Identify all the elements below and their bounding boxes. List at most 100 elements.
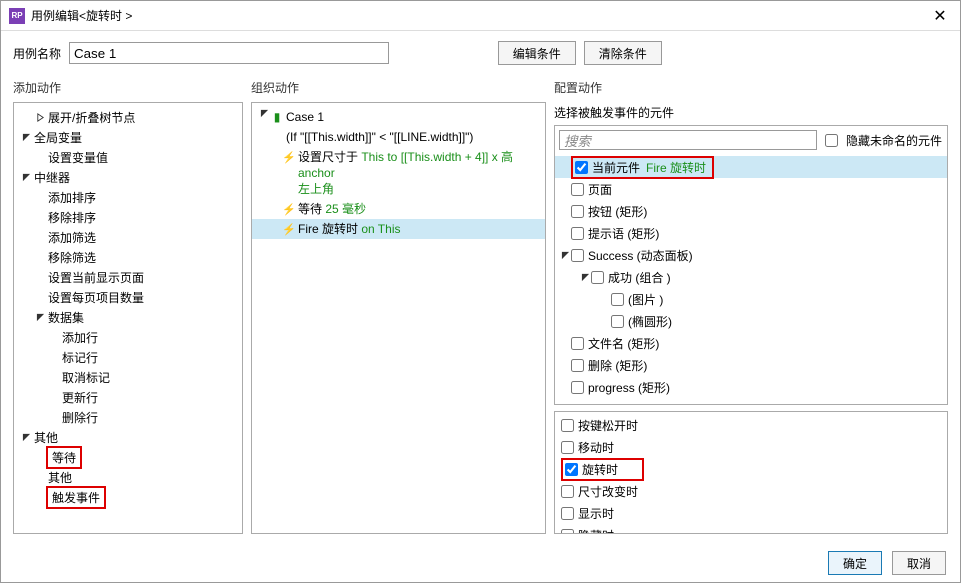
action-tree-label: 删除行 xyxy=(60,409,98,426)
widget-tree[interactable]: 当前元件Fire 旋转时页面按钮 (矩形)提示语 (矩形) Success (动态… xyxy=(555,156,947,404)
event-label: 旋转时 xyxy=(582,461,618,478)
action-tree-item[interactable]: 设置变量值 xyxy=(14,147,242,167)
action-tree-item[interactable]: 展开/折叠树节点 xyxy=(14,107,242,127)
widget-tree-item[interactable]: 页面 xyxy=(555,178,947,200)
event-checkbox[interactable] xyxy=(561,441,574,454)
action-tree-item[interactable]: 设置每页项目数量 xyxy=(14,287,242,307)
event-list-item[interactable]: 隐藏时 xyxy=(555,524,947,534)
close-button[interactable]: ✕ xyxy=(928,4,952,28)
widget-search-input[interactable] xyxy=(559,130,817,150)
edit-condition-button[interactable]: 编辑条件 xyxy=(498,41,576,65)
action-tree-item[interactable]: 其他 xyxy=(14,467,242,487)
action-tree-item[interactable]: 触发事件 xyxy=(14,487,242,507)
action-tree-label: 其他 xyxy=(46,469,72,486)
action-tree-item[interactable]: 移除筛选 xyxy=(14,247,242,267)
action-tree-item[interactable]: 添加排序 xyxy=(14,187,242,207)
action-tree-item[interactable]: 设置当前显示页面 xyxy=(14,267,242,287)
widget-checkbox[interactable] xyxy=(575,161,588,174)
event-list-item[interactable]: 移动时 xyxy=(555,436,947,458)
titlebar: RP 用例编辑<旋转时 > ✕ xyxy=(1,1,960,31)
action-tree-label: 设置每页项目数量 xyxy=(46,289,144,306)
expand-toggle-icon[interactable] xyxy=(20,173,32,182)
event-list-item[interactable]: 按键松开时 xyxy=(555,414,947,436)
ok-button[interactable]: 确定 xyxy=(828,551,882,575)
event-list-item[interactable]: 显示时 xyxy=(555,502,947,524)
organize-action-panel: 组织动作 ▮ Case 1 (If "[[This.width]]" < "[[… xyxy=(251,75,546,534)
case-name-input[interactable] xyxy=(69,42,389,64)
cancel-button[interactable]: 取消 xyxy=(892,551,946,575)
event-checkbox[interactable] xyxy=(565,463,578,476)
action-tree-item[interactable]: 标记行 xyxy=(14,347,242,367)
action-tree-label: 移除排序 xyxy=(46,209,96,226)
event-checkbox[interactable] xyxy=(561,485,574,498)
widget-tree-item[interactable]: Success (动态面板) xyxy=(555,244,947,266)
add-action-tree[interactable]: 展开/折叠树节点全局变量设置变量值中继器添加排序移除排序添加筛选移除筛选设置当前… xyxy=(13,102,243,534)
widget-checkbox[interactable] xyxy=(571,227,584,240)
org-action-text: Fire 旋转时 on This xyxy=(298,221,541,237)
action-tree-item[interactable]: 删除行 xyxy=(14,407,242,427)
widget-select-section: 选择被触发事件的元件 隐藏未命名的元件 当前元件Fire 旋转时页面按钮 (矩形… xyxy=(554,102,948,405)
case-condition: (If "[[This.width]]" < "[[LINE.width]]") xyxy=(252,127,545,147)
bolt-icon: ⚡ xyxy=(282,221,296,237)
action-tree-item[interactable]: 数据集 xyxy=(14,307,242,327)
event-checkbox[interactable] xyxy=(561,507,574,520)
org-action-row[interactable]: ⚡设置尺寸于 This to [[This.width + 4]] x 高 an… xyxy=(252,147,545,199)
action-tree-item[interactable]: 移除排序 xyxy=(14,207,242,227)
org-action-row[interactable]: ⚡等待 25 毫秒 xyxy=(252,199,545,219)
org-action-row[interactable]: ⚡Fire 旋转时 on This xyxy=(252,219,545,239)
expand-toggle-icon[interactable] xyxy=(20,133,32,142)
widget-checkbox[interactable] xyxy=(611,315,624,328)
expand-toggle-icon[interactable] xyxy=(34,113,46,122)
widget-tree-item[interactable]: (图片 ) xyxy=(555,288,947,310)
widget-checkbox[interactable] xyxy=(571,205,584,218)
action-tree-item[interactable]: 中继器 xyxy=(14,167,242,187)
widget-tree-item[interactable]: 提示语 (矩形) xyxy=(555,222,947,244)
action-tree-item[interactable]: 添加筛选 xyxy=(14,227,242,247)
action-tree-label: 全局变量 xyxy=(32,129,82,146)
widget-tree-item[interactable]: 删除 (矩形) xyxy=(555,354,947,376)
case-node[interactable]: ▮ Case 1 xyxy=(252,107,545,127)
widget-checkbox[interactable] xyxy=(571,337,584,350)
action-tree-item[interactable]: 其他 xyxy=(14,427,242,447)
expand-toggle-icon[interactable] xyxy=(34,313,46,322)
expand-toggle-icon[interactable] xyxy=(20,433,32,442)
widget-tree-item[interactable]: (椭圆形) xyxy=(555,310,947,332)
expand-toggle-icon[interactable] xyxy=(579,273,591,282)
widget-checkbox[interactable] xyxy=(611,293,624,306)
widget-checkbox[interactable] xyxy=(571,183,584,196)
widget-checkbox[interactable] xyxy=(591,271,604,284)
event-list[interactable]: 按键松开时移动时旋转时尺寸改变时显示时隐藏时 xyxy=(554,411,948,534)
action-tree-label: 设置当前显示页面 xyxy=(46,269,144,286)
widget-checkbox[interactable] xyxy=(571,249,584,262)
widget-label: progress (矩形) xyxy=(588,379,670,396)
event-checkbox[interactable] xyxy=(561,529,574,535)
widget-select-label: 选择被触发事件的元件 xyxy=(554,102,948,125)
widget-tree-item[interactable]: progress (矩形) xyxy=(555,376,947,398)
hide-unnamed-checkbox[interactable]: 隐藏未命名的元件 xyxy=(825,132,942,149)
org-action-text: 设置尺寸于 This to [[This.width + 4]] x 高 anc… xyxy=(298,149,541,197)
widget-checkbox[interactable] xyxy=(571,381,584,394)
clear-condition-button[interactable]: 清除条件 xyxy=(584,41,662,65)
widget-label: Success (动态面板) xyxy=(588,247,693,264)
action-tree-item[interactable]: 添加行 xyxy=(14,327,242,347)
organize-action-tree[interactable]: ▮ Case 1 (If "[[This.width]]" < "[[LINE.… xyxy=(251,102,546,534)
event-list-item[interactable]: 旋转时 xyxy=(555,458,947,480)
expand-toggle-icon[interactable] xyxy=(559,251,571,260)
event-label: 尺寸改变时 xyxy=(578,483,638,500)
widget-tree-item[interactable]: 文件名 (矩形) xyxy=(555,332,947,354)
widget-checkbox[interactable] xyxy=(571,359,584,372)
action-tree-label: 添加筛选 xyxy=(46,229,96,246)
event-list-item[interactable]: 尺寸改变时 xyxy=(555,480,947,502)
expand-toggle-icon[interactable] xyxy=(258,109,270,118)
configure-action-panel: 配置动作 选择被触发事件的元件 隐藏未命名的元件 当前元件Fire 旋转时页面按… xyxy=(554,75,948,534)
widget-tree-item[interactable]: 按钮 (矩形) xyxy=(555,200,947,222)
event-checkbox[interactable] xyxy=(561,419,574,432)
action-tree-item[interactable]: 等待 xyxy=(14,447,242,467)
widget-tree-item[interactable]: 当前元件Fire 旋转时 xyxy=(555,156,947,178)
widget-tree-item[interactable]: 成功 (组合 ) xyxy=(555,266,947,288)
action-tree-item[interactable]: 全局变量 xyxy=(14,127,242,147)
action-tree-item[interactable]: 更新行 xyxy=(14,387,242,407)
add-action-panel: 添加动作 展开/折叠树节点全局变量设置变量值中继器添加排序移除排序添加筛选移除筛… xyxy=(13,75,243,534)
action-tree-item[interactable]: 取消标记 xyxy=(14,367,242,387)
action-tree-label: 其他 xyxy=(32,429,58,446)
